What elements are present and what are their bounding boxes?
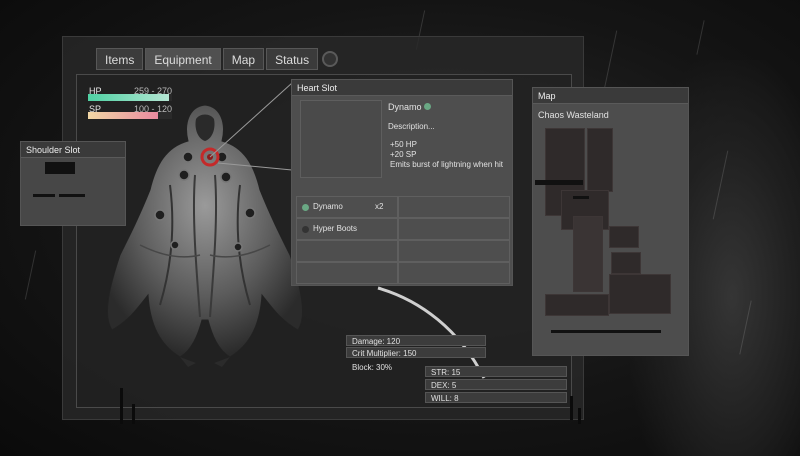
- attr-will: WILL: 8: [425, 392, 567, 403]
- inventory-slot[interactable]: [398, 218, 510, 240]
- empty-slot-marker: [45, 162, 75, 174]
- inventory-slot[interactable]: [296, 240, 398, 262]
- map-room: [609, 274, 671, 314]
- item-preview-box: [300, 100, 382, 178]
- inventory-item-name: Hyper Boots: [313, 224, 358, 233]
- menu-tabs: Items Equipment Map Status: [96, 48, 339, 70]
- tab-status[interactable]: Status: [266, 48, 319, 70]
- map-marker: [551, 330, 661, 333]
- item-name: Dynamo: [388, 102, 422, 112]
- attr-str: STR: 15: [425, 366, 567, 377]
- heart-slot-panel: Heart Slot Dynamo Description... +50 HP …: [291, 79, 513, 286]
- inventory-item-count: x2: [375, 202, 384, 211]
- inventory-slot[interactable]: [398, 262, 510, 284]
- inventory-slot[interactable]: Hyper Boots: [296, 218, 398, 240]
- map-room: [609, 226, 639, 248]
- map-area-name: Chaos Wasteland: [538, 110, 609, 120]
- empty-slot-dash: [33, 194, 55, 197]
- inventory-slot[interactable]: [296, 262, 398, 284]
- tab-items[interactable]: Items: [96, 48, 144, 70]
- tab-equipment[interactable]: Equipment: [145, 48, 221, 70]
- frame-tick: [570, 396, 573, 420]
- item-dot-icon: [302, 204, 309, 211]
- map-view[interactable]: [533, 124, 690, 354]
- heart-slot-title: Heart Slot: [292, 80, 512, 96]
- item-status-dot-icon: [424, 103, 431, 110]
- item-dot-icon: [302, 226, 309, 233]
- item-description: Description...: [388, 122, 435, 131]
- menu-orb-button[interactable]: [322, 51, 339, 67]
- character-figure: [106, 104, 304, 367]
- map-room: [587, 128, 613, 192]
- item-effects: +50 HP +20 SP Emits burst of lightning w…: [390, 140, 503, 169]
- stat-damage: Damage: 120: [346, 335, 486, 346]
- inventory-slot[interactable]: x2: [375, 196, 510, 218]
- frame-tick: [578, 408, 581, 424]
- map-marker: [573, 196, 589, 199]
- inventory-slot[interactable]: [398, 240, 510, 262]
- map-title: Map: [533, 88, 688, 104]
- empty-slot-dash: [59, 194, 85, 197]
- frame-tick: [132, 404, 135, 424]
- map-room: [611, 252, 641, 274]
- map-room: [545, 294, 609, 316]
- tab-map[interactable]: Map: [222, 48, 265, 70]
- map-panel: Map Chaos Wasteland: [532, 87, 689, 356]
- map-marker: [535, 180, 583, 185]
- stat-crit-multiplier: Crit Multiplier: 150: [346, 347, 486, 358]
- attr-dex: DEX: 5: [425, 379, 567, 390]
- shoulder-slot-title: Shoulder Slot: [21, 142, 125, 158]
- map-corridor: [573, 216, 603, 292]
- frame-tick: [120, 388, 123, 424]
- shoulder-slot-panel[interactable]: Shoulder Slot: [20, 141, 126, 226]
- inventory-item-name: Dynamo: [313, 202, 343, 211]
